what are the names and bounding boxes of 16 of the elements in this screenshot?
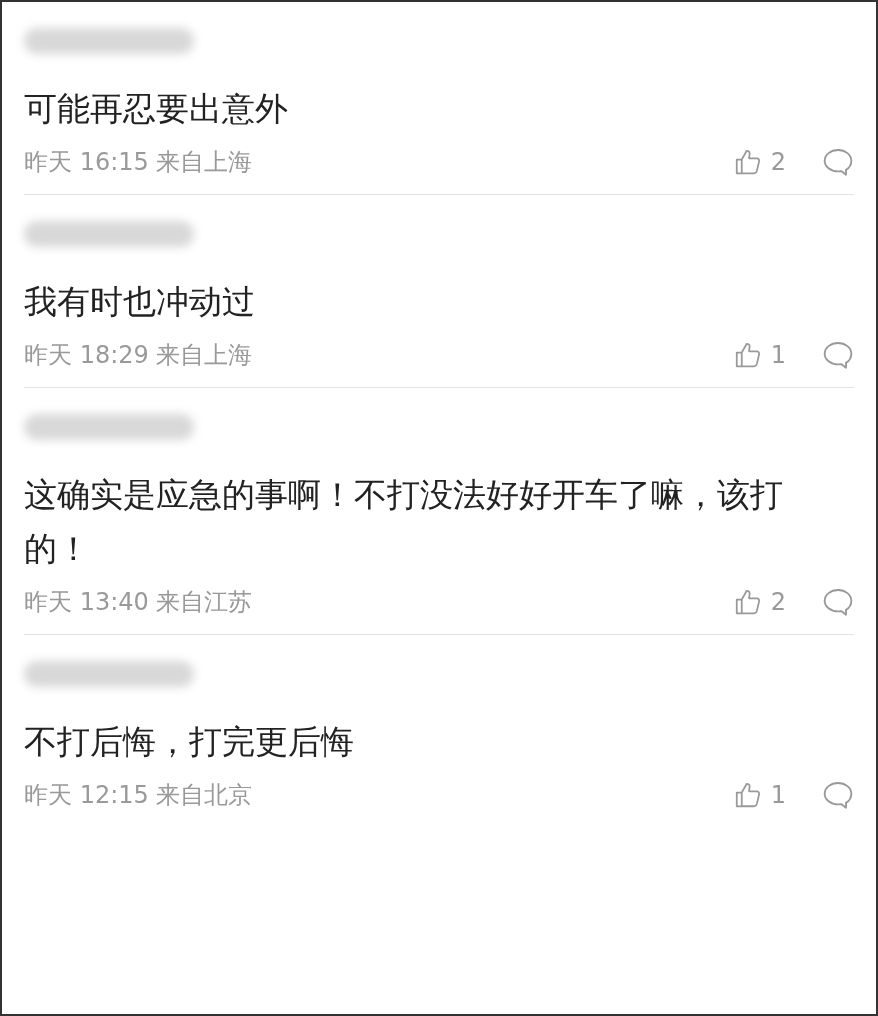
comment-meta: 昨天 18:29 来自上海 bbox=[24, 340, 253, 371]
comment-text: 不打后悔，打完更后悔 bbox=[24, 721, 355, 763]
comment-icon[interactable] bbox=[822, 340, 854, 370]
like-count: 2 bbox=[770, 587, 786, 618]
comment-meta: 昨天 13:40 来自江苏 bbox=[24, 587, 253, 618]
comment-meta: 昨天 12:15 来自北京 bbox=[24, 780, 253, 811]
comment-meta: 昨天 16:15 来自上海 bbox=[24, 147, 253, 178]
like-count: 2 bbox=[770, 147, 786, 178]
comment-icon[interactable] bbox=[822, 587, 854, 617]
comment-text: 这确实是应急的事啊！不打没法好好开车了嘛，该打的！ bbox=[24, 474, 784, 570]
comment-text: 我有时也冲动过 bbox=[24, 281, 256, 323]
comment-icon[interactable] bbox=[822, 780, 854, 810]
comment-text: 可能再忍要出意外 bbox=[24, 88, 289, 130]
like-count: 1 bbox=[770, 780, 786, 811]
comment-icon[interactable] bbox=[822, 147, 854, 177]
like-count: 1 bbox=[770, 340, 786, 371]
